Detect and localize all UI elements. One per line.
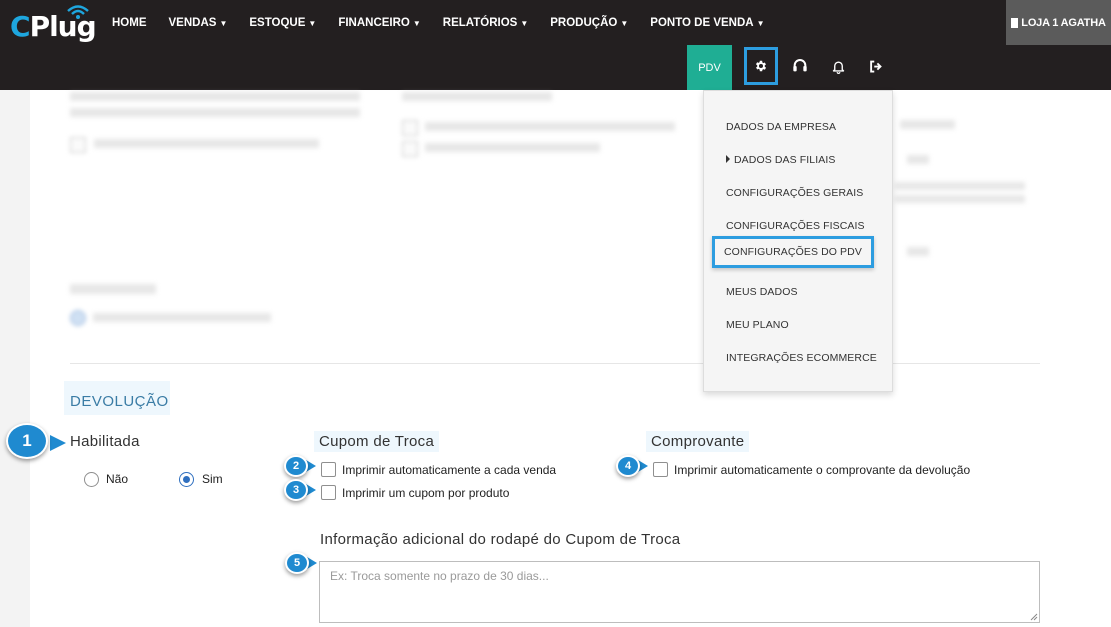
notifications-button[interactable]	[829, 57, 847, 75]
nav-producao[interactable]: PRODUÇÃO ▼	[550, 15, 628, 31]
gear-icon	[755, 60, 767, 72]
imprimir-cada-venda-label: Imprimir automaticamente a cada venda	[342, 463, 557, 477]
nav-relatorios[interactable]: RELATÓRIOS ▼	[443, 15, 528, 31]
imprimir-por-produto-checkbox[interactable]	[321, 485, 336, 500]
cplug-logo[interactable]: CPlug	[10, 4, 97, 44]
resize-grip-icon[interactable]	[1028, 611, 1038, 621]
callout-marker-1: 1	[6, 423, 66, 459]
settings-dropdown: DADOS DA EMPRESA DADOS DAS FILIAIS CONFI…	[703, 90, 893, 392]
imprimir-por-produto-label: Imprimir um cupom por produto	[342, 486, 510, 500]
habilitada-sim-radio[interactable]	[179, 472, 194, 487]
logout-icon	[869, 60, 882, 72]
callout-marker-2: 2	[284, 455, 318, 477]
imprimir-comprovante-label: Imprimir automaticamente o comprovante d…	[674, 463, 971, 477]
nav-estoque[interactable]: ESTOQUE ▼	[249, 15, 316, 31]
menu-item-dados-filiais[interactable]: DADOS DAS FILIAIS	[726, 154, 835, 166]
callout-marker-4: 4	[616, 455, 650, 477]
caret-down-icon: ▼	[308, 19, 317, 28]
support-button[interactable]	[791, 57, 809, 75]
rodape-label: Informação adicional do rodapé do Cupom …	[320, 531, 681, 548]
settings-button[interactable]	[744, 47, 778, 85]
nav-ponto-de-venda[interactable]: PONTO DE VENDA ▼	[650, 15, 764, 31]
cupom-troca-label: Cupom de Troca	[314, 431, 440, 452]
section-divider	[70, 363, 1040, 364]
caret-down-icon: ▼	[412, 19, 421, 28]
menu-item-dados-empresa[interactable]: DADOS DA EMPRESA	[726, 121, 836, 133]
building-icon	[1011, 17, 1019, 28]
imprimir-comprovante-checkbox[interactable]	[653, 462, 668, 477]
callout-marker-3: 3	[284, 479, 318, 501]
habilitada-sim-label: Sim	[202, 472, 223, 486]
imprimir-cada-venda-checkbox[interactable]	[321, 462, 336, 477]
habilitada-nao-label: Não	[106, 472, 129, 486]
comprovante-label: Comprovante	[646, 431, 750, 452]
caret-down-icon: ▼	[620, 19, 629, 28]
caret-down-icon: ▼	[520, 19, 529, 28]
menu-item-configuracoes-fiscais[interactable]: CONFIGURAÇÕES FISCAIS	[726, 220, 865, 232]
logout-button[interactable]	[866, 57, 884, 75]
rodape-textarea[interactable]	[319, 561, 1040, 623]
caret-down-icon: ▼	[756, 19, 765, 28]
menu-item-meu-plano[interactable]: MEU PLANO	[726, 319, 789, 331]
nav-vendas[interactable]: VENDAS ▼	[169, 15, 228, 31]
bell-icon	[832, 60, 844, 74]
menu-item-configuracoes-gerais[interactable]: CONFIGURAÇÕES GERAIS	[726, 187, 863, 199]
menu-item-integracoes-ecommerce[interactable]: INTEGRAÇÕES ECOMMERCE	[726, 352, 877, 364]
top-navbar: CPlug HOME VENDAS ▼ ESTOQUE ▼ FINANCEIRO ▼ …	[0, 0, 1111, 90]
nav-home[interactable]: HOME	[112, 15, 147, 31]
store-label: LOJA 1 AGATHA	[1021, 16, 1106, 29]
section-title-devolucao: DEVOLUÇÃO	[64, 381, 170, 415]
habilitada-label: Habilitada	[70, 433, 140, 450]
menu-item-meus-dados[interactable]: MEUS DADOS	[726, 286, 798, 298]
logo-text-rest: Plug	[29, 10, 97, 43]
pdv-button[interactable]: PDV	[687, 45, 732, 90]
callout-marker-5: 5	[285, 552, 319, 574]
main-nav: HOME VENDAS ▼ ESTOQUE ▼ FINANCEIRO ▼ RELATÓ…	[112, 15, 787, 31]
store-selector[interactable]: LOJA 1 AGATHA	[1006, 0, 1111, 45]
menu-item-configuracoes-pdv[interactable]: CONFIGURAÇÕES DO PDV	[712, 236, 874, 268]
headset-icon	[793, 59, 807, 72]
caret-right-icon	[726, 155, 730, 163]
habilitada-nao-radio[interactable]	[84, 472, 99, 487]
nav-financeiro[interactable]: FINANCEIRO ▼	[338, 15, 420, 31]
caret-down-icon: ▼	[219, 19, 228, 28]
logo-text: CPlug	[10, 10, 97, 43]
